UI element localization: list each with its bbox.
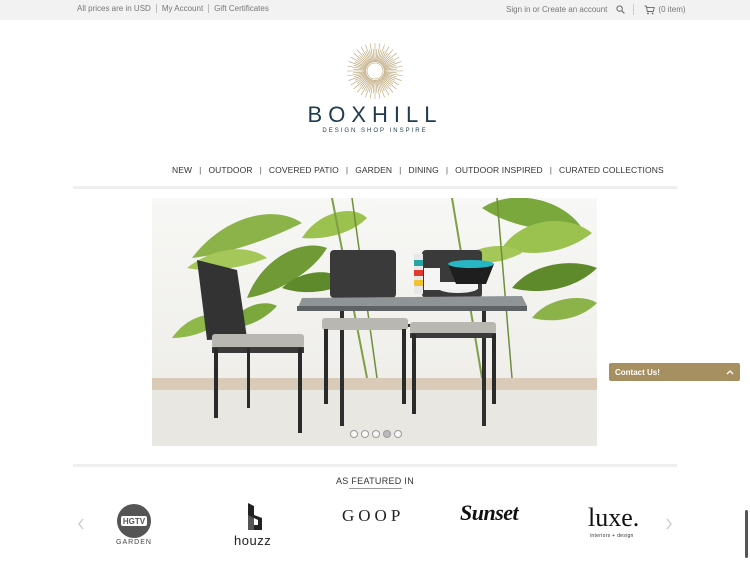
hgtv-badge: HGTV: [117, 504, 151, 538]
goop-logo[interactable]: GOOP: [342, 506, 404, 526]
my-account-link[interactable]: My Account: [162, 4, 203, 13]
luxe-subtitle: interiors + design: [590, 533, 634, 539]
divider: [155, 4, 157, 13]
hero-carousel[interactable]: [152, 198, 597, 446]
nav-item-dining[interactable]: DINING: [408, 165, 438, 175]
sunset-logo[interactable]: Sunset: [460, 500, 519, 526]
search-icon[interactable]: [616, 5, 626, 14]
featured-underline: [349, 488, 402, 489]
nav-divider: |: [345, 165, 349, 175]
nav-item-covered-patio[interactable]: COVERED PATIO: [269, 165, 339, 175]
featured-title: AS FEATURED IN: [335, 476, 415, 486]
carousel-dot-active[interactable]: [383, 430, 391, 438]
boxhill-sunburst-logo[interactable]: [346, 42, 404, 100]
nav-divider: |: [399, 165, 402, 175]
houzz-mark: [248, 503, 262, 530]
chevron-up-icon: [726, 369, 734, 374]
hero-image-patio-dining-set: [152, 198, 597, 446]
sign-in-link[interactable]: Sign in or Create an account: [506, 5, 607, 14]
currency-note: All prices are in USD: [77, 4, 151, 13]
page-scrollbar[interactable]: [745, 510, 748, 558]
chevron-left-icon[interactable]: [76, 517, 86, 531]
hgtv-garden-logo[interactable]: HGTV: [116, 503, 152, 539]
divider: [633, 4, 635, 15]
featured-rule: [73, 464, 677, 467]
nav-item-curated-collections[interactable]: CURATED COLLECTIONS: [559, 165, 664, 175]
nav-divider: |: [199, 165, 202, 175]
nav-divider: |: [445, 165, 449, 175]
cart-icon: [644, 5, 656, 14]
gift-certificates-link[interactable]: Gift Certificates: [214, 4, 269, 13]
nav-divider: |: [259, 165, 262, 175]
utility-bar: All prices are in USD My Account Gift Ce…: [0, 0, 750, 20]
luxe-logo[interactable]: luxe.: [588, 505, 639, 531]
brand-tagline: DESIGN SHOP INSPIRE: [322, 128, 428, 134]
houzz-logo[interactable]: [245, 503, 265, 533]
carousel-dot[interactable]: [361, 430, 369, 438]
main-nav: NEW | OUTDOOR | COVERED PATIO | GARDEN |…: [172, 165, 664, 175]
nav-item-outdoor[interactable]: OUTDOOR: [208, 165, 252, 175]
hgtv-badge-text: HGTV: [123, 517, 146, 526]
contact-us-tab[interactable]: Contact Us!: [609, 363, 740, 381]
nav-item-garden[interactable]: GARDEN: [355, 165, 392, 175]
chevron-right-icon[interactable]: [664, 517, 674, 531]
hgtv-garden-label: GARDEN: [116, 539, 152, 546]
nav-item-outdoor-inspired[interactable]: OUTDOOR INSPIRED: [455, 165, 543, 175]
nav-rule: [73, 186, 677, 189]
carousel-dots: [350, 430, 402, 438]
nav-item-new[interactable]: NEW: [172, 165, 192, 175]
carousel-dot[interactable]: [372, 430, 380, 438]
cart-link[interactable]: (0 item): [644, 5, 686, 15]
nav-divider: |: [549, 165, 553, 175]
divider: [208, 4, 210, 13]
houzz-wordmark: houzz: [234, 533, 272, 548]
utility-left: All prices are in USD My Account Gift Ce…: [77, 4, 269, 13]
contact-us-label: Contact Us!: [615, 367, 660, 377]
utility-right: Sign in or Create an account (0 item): [506, 4, 686, 15]
carousel-dot[interactable]: [350, 430, 358, 438]
cart-count: (0 item): [658, 5, 686, 14]
carousel-dot[interactable]: [394, 430, 402, 438]
brand-name: BOXHILL: [307, 102, 443, 127]
